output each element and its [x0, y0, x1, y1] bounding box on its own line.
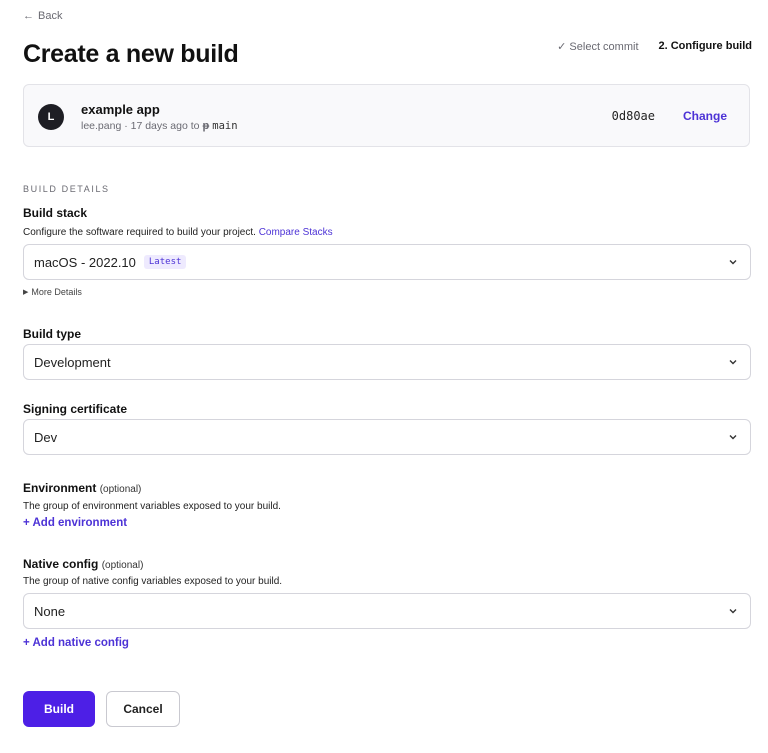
commit-meta: lee.pang · 17 days ago to ᵽ main	[81, 120, 238, 132]
chevron-down-icon	[729, 360, 737, 365]
build-stack-value-wrap: macOS - 2022.10 Latest	[34, 255, 728, 270]
step-select-commit[interactable]: ✓ Select commit	[557, 40, 638, 53]
compare-stacks-link[interactable]: Compare Stacks	[259, 227, 333, 238]
environment-label-text: Environment	[23, 481, 97, 495]
build-stack-helper-text: Configure the software required to build…	[23, 227, 256, 238]
build-stack-helper: Configure the software required to build…	[23, 227, 333, 238]
environment-helper: The group of environment variables expos…	[23, 501, 281, 512]
build-type-label: Build type	[23, 327, 82, 341]
chevron-down-icon	[729, 609, 737, 614]
check-icon: ✓	[557, 41, 567, 53]
commit-card: L example app lee.pang · 17 days ago to …	[23, 84, 750, 147]
app-name: example app	[81, 102, 160, 117]
add-native-config-link[interactable]: + Add native config	[23, 637, 129, 649]
build-stack-label: Build stack	[23, 206, 88, 220]
latest-badge: Latest	[143, 255, 187, 269]
back-link[interactable]: ← Back	[23, 10, 62, 22]
signing-certificate-label: Signing certificate	[23, 402, 128, 416]
build-type-value: Development	[34, 354, 111, 370]
arrow-left-icon: ←	[23, 10, 34, 22]
native-config-label: Native config (optional)	[23, 557, 143, 571]
branch-name: main	[212, 120, 238, 132]
native-config-label-text: Native config	[23, 557, 99, 571]
section-label-build-details: BUILD DETAILS	[23, 184, 110, 194]
build-type-select[interactable]: Development	[23, 344, 751, 380]
build-stack-select[interactable]: macOS - 2022.10 Latest	[23, 244, 751, 280]
stepper: ✓ Select commit 2. Configure build	[557, 40, 752, 53]
caret-right-icon: ▶	[23, 289, 29, 296]
back-label: Back	[38, 10, 63, 22]
environment-label: Environment (optional)	[23, 481, 141, 495]
chevron-down-icon	[729, 260, 737, 265]
step-label: Select commit	[569, 41, 639, 53]
native-config-value: None	[34, 603, 66, 619]
optional-tag: (optional)	[101, 560, 144, 571]
more-details-toggle[interactable]: ▶ More Details	[23, 287, 82, 297]
build-button[interactable]: Build	[23, 691, 95, 727]
chevron-down-icon	[729, 435, 737, 440]
avatar: L	[38, 104, 64, 130]
signing-certificate-select[interactable]: Dev	[23, 419, 751, 455]
native-config-helper: The group of native config variables exp…	[23, 576, 283, 587]
step-configure-build: 2. Configure build	[658, 40, 753, 52]
signing-certificate-value: Dev	[34, 429, 58, 445]
native-config-select[interactable]: None	[23, 593, 751, 629]
cancel-button[interactable]: Cancel	[106, 691, 180, 727]
commit-sha: 0d80ae	[611, 109, 655, 123]
commit-meta-text: lee.pang · 17 days ago to	[81, 120, 200, 132]
page-title: Create a new build	[23, 40, 239, 68]
add-environment-link[interactable]: + Add environment	[23, 517, 127, 529]
optional-tag: (optional)	[99, 484, 142, 495]
branch-icon: ᵽ	[202, 120, 210, 132]
change-commit-button[interactable]: Change	[683, 109, 727, 123]
more-details-label: More Details	[31, 287, 82, 297]
build-stack-value: macOS - 2022.10	[34, 254, 136, 270]
